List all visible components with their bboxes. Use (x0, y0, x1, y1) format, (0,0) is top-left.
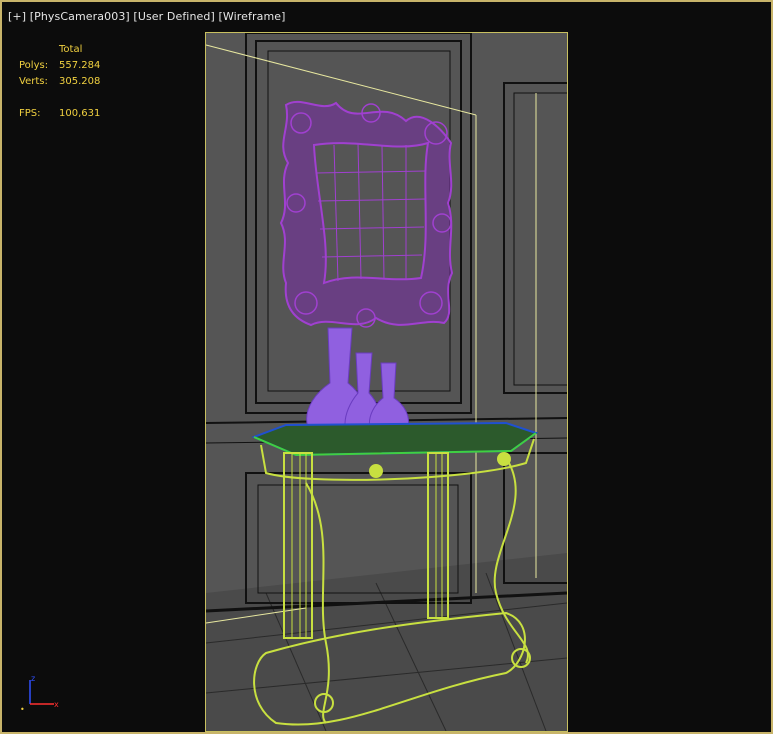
viewport[interactable]: [+] [PhysCamera003] [User Defined] [Wire… (0, 0, 773, 734)
statistics-panel: Total Polys: 557.284 Verts: 305.208 FPS: 10… (19, 42, 100, 122)
y-axis-marker: • (20, 705, 25, 714)
safe-frame (205, 32, 568, 732)
display-mode-menu-button[interactable]: [Wireframe] (218, 10, 285, 23)
camera-menu-button[interactable]: [PhysCamera003] (30, 10, 130, 23)
verts-label: Verts: (19, 76, 48, 87)
verts-value: 305.208 (59, 76, 101, 87)
x-axis-label: x (54, 700, 59, 709)
fps-label: FPS: (19, 108, 41, 119)
fps-value: 100,631 (59, 108, 101, 119)
viewport-menu-button[interactable]: [+] (8, 10, 26, 23)
stats-header: Total (59, 44, 83, 55)
axis-gizmo: z x • (20, 674, 59, 714)
viewport-label: [+] [PhysCamera003] [User Defined] [Wire… (8, 10, 286, 23)
shading-menu-button[interactable]: [User Defined] (133, 10, 214, 23)
polys-label: Polys: (19, 60, 49, 71)
z-axis-label: z (31, 674, 35, 683)
polys-value: 557.284 (59, 60, 101, 71)
